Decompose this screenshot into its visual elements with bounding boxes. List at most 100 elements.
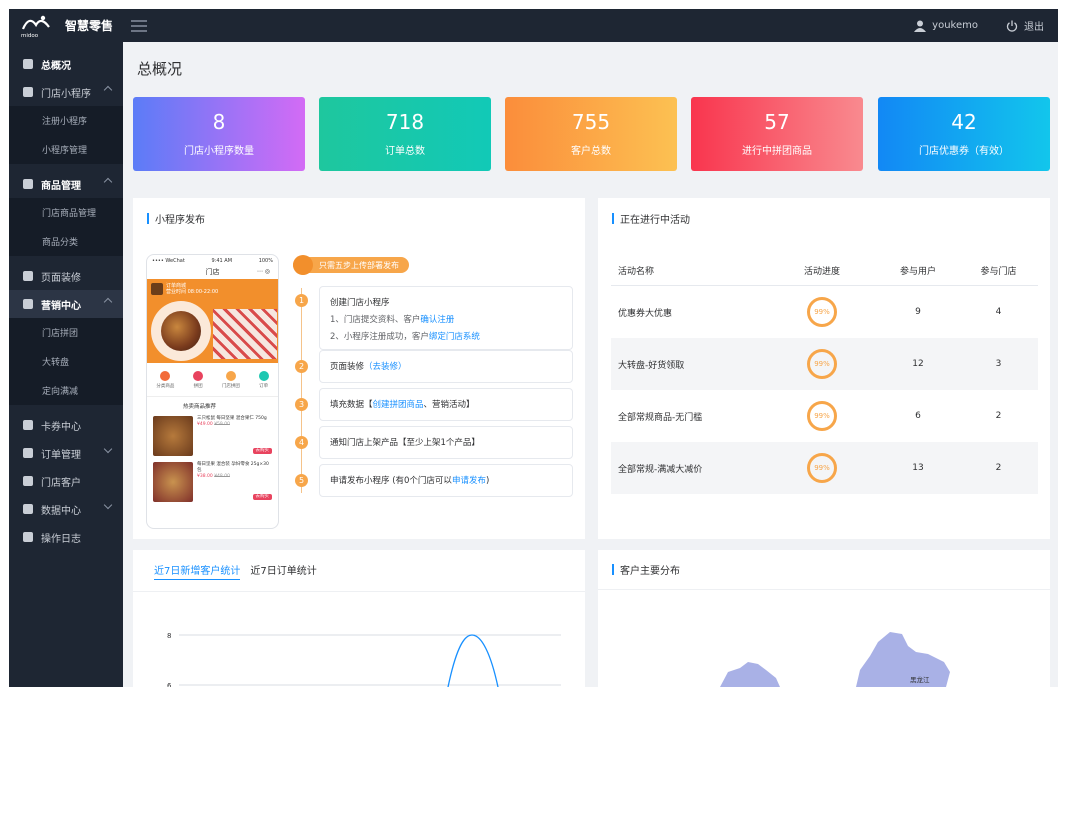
phone-nav-item[interactable]: 订单 [258,370,269,389]
table-row[interactable]: 优惠券大优惠 99% 9 4 [611,286,1038,338]
tab-new-customers[interactable]: 近7日新增客户统计 [154,562,241,580]
sidebar-item-marketing[interactable]: 营销中心 [9,290,123,318]
stat-card-customers[interactable]: 755 客户总数 [505,97,677,171]
user-menu[interactable]: youkemo [914,20,978,32]
table-row[interactable]: 全部常规-满减大减价 99% 13 2 [611,442,1038,494]
progress-ring: 99% [807,401,837,431]
sidebar-item-label: 操作日志 [41,533,81,545]
app-window: midoo 智慧零售 youkemo 退出 总概况 门店小程序 注册小程序 小程… [9,9,1058,687]
product-price: ¥38.00 [197,474,213,479]
step-fill-data: 填充数据【创建拼团商品、营销活动】 [319,388,573,421]
activity-users: 12 [912,359,924,369]
sidebar-item-miniprogram[interactable]: 门店小程序 [9,78,123,106]
step-title: 创建门店小程序 [330,298,390,308]
phone-nav-item[interactable]: 门店拼团 [222,370,240,389]
product-name: 每日坚果 混合装 孕妇零食 25g×30包 [197,462,269,473]
sidebar-item-label: 卡券中心 [41,421,81,433]
activity-stores: 2 [995,411,1002,421]
product-old-price: ¥59.00 [214,422,230,427]
product-buy-button[interactable]: 去购买 [252,448,272,454]
activity-name: 全部常规-满减大减价 [618,464,703,475]
sidebar-item-decoration[interactable]: 页面装修 [9,262,123,290]
panel-header: 正在进行中活动 [598,198,1050,238]
product-buy-button[interactable]: 去购买 [252,494,272,500]
stat-value: 8 [212,110,226,134]
stat-label: 进行中拼团商品 [742,146,812,157]
sidebar-item-coupons[interactable]: 卡券中心 [9,411,123,439]
phone-product[interactable]: 每日坚果 混合装 孕妇零食 25g×30包 ¥38.00 ¥48.00 去购买 [147,459,278,505]
stat-card-miniprograms[interactable]: 8 门店小程序数量 [133,97,305,171]
activity-stores: 2 [995,463,1002,473]
step-publish: 申请发布小程序 (有0个门店可以申请发布) [319,464,573,497]
username: youkemo [932,20,978,31]
stat-label: 客户总数 [571,146,611,157]
y-tick-label: 8 [167,632,171,640]
sidebar-subitem-category[interactable]: 商品分类 [9,227,123,256]
product-image [153,416,193,456]
bind-store-link[interactable]: 绑定门店系统 [429,332,480,342]
goods-icon [23,179,33,189]
chevron-up-icon [103,177,113,187]
sidebar-item-logs[interactable]: 操作日志 [9,523,123,551]
create-group-goods-link[interactable]: 创建拼团商品 [373,400,424,410]
progress-ring: 99% [807,297,837,327]
activity-stores: 4 [995,307,1002,317]
apply-publish-link[interactable]: 申请发布 [452,476,486,486]
logout-button[interactable]: 退出 [1006,18,1044,33]
trend-chart: 8 6 [167,632,561,687]
panel-title: 客户主要分布 [620,566,680,577]
power-icon [1006,20,1018,32]
map-region [856,632,950,687]
menu-toggle-icon[interactable] [131,19,147,32]
phone-time: 9:41 AM [211,258,233,264]
phone-product[interactable]: 三只松鼠 每日坚果 混合果仁 750g ¥49.00 ¥59.00 去购买 [147,413,278,459]
sidebar-item-label: 总概况 [41,60,71,72]
y-tick-label: 6 [167,682,172,687]
stat-value: 718 [385,110,425,134]
sidebar-subitem-discount[interactable]: 定向满减 [9,376,123,405]
sidebar-item-orders[interactable]: 订单管理 [9,439,123,467]
table-row[interactable]: 大转盘-好货领取 99% 12 3 [611,338,1038,390]
sidebar-item-overview[interactable]: 总概况 [9,50,123,78]
phone-nav-item[interactable]: 拼团 [193,370,204,389]
decorate-link[interactable]: （去装修） [364,362,407,372]
panel-header: 客户主要分布 [598,550,1050,590]
page-icon [23,271,33,281]
confirm-register-link[interactable]: 确认注册 [420,315,454,325]
stat-card-group-buy[interactable]: 57 进行中拼团商品 [691,97,863,171]
submenu-marketing: 门店拼团 大转盘 定向满减 [9,318,123,405]
stat-label: 订单总数 [385,146,425,157]
chevron-down-icon [103,500,113,510]
map-region [720,662,780,687]
sidebar-item-customers[interactable]: 门店客户 [9,467,123,495]
step-number: 1 [295,294,308,307]
sidebar-item-data[interactable]: 数据中心 [9,495,123,523]
svg-text:midoo: midoo [21,33,39,39]
publish-panel: 小程序发布 •••• WeChat 9:41 AM 100% 门店 ⋯ ◎ 订单… [133,198,585,539]
panel-title: 正在进行中活动 [620,214,690,226]
stat-card-orders[interactable]: 718 订单总数 [319,97,491,171]
activities-table: 活动名称 活动进度 参与用户 参与门店 优惠券大优惠 99% 9 4 大转盘-好… [611,256,1038,494]
sidebar-subitem-store-goods[interactable]: 门店商品管理 [9,198,123,227]
step-decorate: 页面装修（去装修） [319,350,573,383]
tab-orders[interactable]: 近7日订单统计 [250,562,316,579]
activity-name: 优惠券大优惠 [618,308,673,319]
stat-value: 755 [571,110,611,134]
sidebar-item-label: 数据中心 [41,505,81,517]
chevron-down-icon [103,444,113,454]
phone-nav-item[interactable]: 分类商品 [156,370,174,389]
step-number: 5 [295,474,308,487]
sidebar-subitem-register[interactable]: 注册小程序 [9,106,123,135]
product-price: ¥49.00 [197,422,213,427]
distribution-panel: 客户主要分布 黑龙江 [598,550,1050,687]
stat-card-coupons[interactable]: 42 门店优惠券（有效） [878,97,1050,171]
submenu-goods: 门店商品管理 商品分类 [9,198,123,256]
activity-users: 9 [915,307,921,317]
sidebar-item-goods[interactable]: 商品管理 [9,170,123,198]
sidebar-subitem-manage[interactable]: 小程序管理 [9,135,123,164]
sidebar-subitem-group-buy[interactable]: 门店拼团 [9,318,123,347]
brand-logo[interactable]: midoo 智慧零售 [9,9,123,42]
sidebar-subitem-wheel[interactable]: 大转盘 [9,347,123,376]
trend-line [447,634,499,687]
table-row[interactable]: 全部常规商品-无门槛 99% 6 2 [611,390,1038,442]
